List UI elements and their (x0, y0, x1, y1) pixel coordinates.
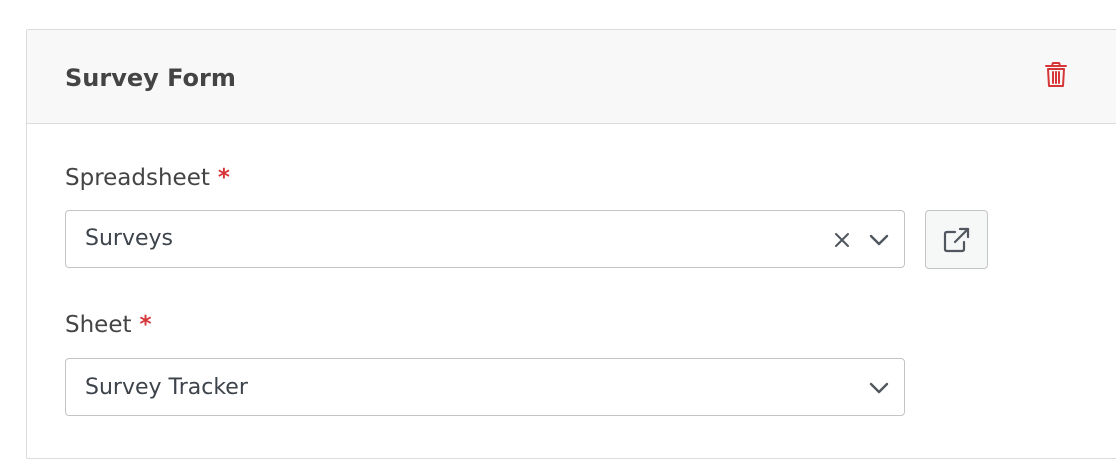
delete-button[interactable] (1043, 60, 1069, 90)
chevron-down-icon[interactable] (868, 232, 890, 248)
required-marker: * (217, 165, 230, 191)
spreadsheet-label-text: Spreadsheet (65, 165, 210, 191)
open-spreadsheet-button[interactable] (925, 210, 988, 269)
panel-header: Survey Form (27, 30, 1116, 124)
spreadsheet-label: Spreadsheet * (65, 163, 230, 193)
sheet-label: Sheet * (65, 310, 152, 340)
survey-form-panel: Survey Form Spreadsheet * Surveys Sheet … (26, 29, 1116, 459)
panel-title: Survey Form (65, 64, 236, 92)
chevron-down-icon[interactable] (868, 380, 890, 396)
sheet-label-text: Sheet (65, 312, 132, 338)
trash-icon (1045, 62, 1067, 87)
close-icon[interactable] (832, 230, 852, 250)
sheet-select[interactable]: Survey Tracker (65, 358, 905, 416)
spreadsheet-select[interactable]: Surveys (65, 210, 905, 268)
spreadsheet-selected-value: Surveys (85, 226, 173, 251)
sheet-selected-value: Survey Tracker (85, 375, 248, 400)
required-marker: * (139, 312, 152, 338)
external-link-icon (943, 227, 969, 252)
